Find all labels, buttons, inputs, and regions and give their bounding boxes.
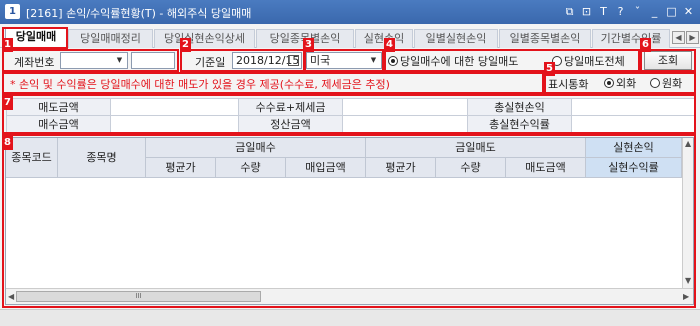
- annotation-badge-5: 5: [544, 62, 555, 76]
- link-icon[interactable]: ⧉: [562, 4, 577, 19]
- sell-amount-value: [110, 98, 239, 116]
- radio-on-icon: [388, 56, 398, 66]
- base-date-input[interactable]: 2018/12/15: [232, 52, 302, 69]
- annotation-badge-1: 1: [2, 38, 13, 52]
- scroll-down-icon[interactable]: ▼: [685, 276, 691, 285]
- fee-tax-value: [342, 98, 468, 116]
- tab-today-realized-detail[interactable]: 당일실현손익상세: [154, 29, 255, 48]
- radio-off-icon: [650, 78, 660, 88]
- annotation-badge-3: 3: [303, 38, 314, 52]
- col-sell-avg[interactable]: 평균가: [366, 158, 436, 178]
- pin-icon[interactable]: T: [596, 4, 611, 19]
- col-buy-avg[interactable]: 평균가: [146, 158, 216, 178]
- tab-next-icon[interactable]: ▶: [686, 31, 699, 44]
- horizontal-scrollbar[interactable]: ◀ III ▶: [6, 288, 693, 304]
- maximize-button[interactable]: □: [664, 4, 679, 19]
- col-stock-code[interactable]: 종목코드: [6, 138, 58, 178]
- total-realized-rate-label: 총실현수익률: [467, 115, 572, 133]
- font-size-icon[interactable]: ?: [613, 4, 628, 19]
- annotation-badge-7: 7: [2, 96, 13, 110]
- account-input[interactable]: ▼: [60, 52, 128, 69]
- col-stock-name[interactable]: 종목명: [58, 138, 146, 178]
- query-button[interactable]: 조회: [644, 51, 692, 70]
- total-realized-pnl-value: [571, 98, 695, 116]
- annotation-badge-8: 8: [2, 136, 13, 150]
- title-bar: 1 [2161] 손익/수익률현황(T) - 해외주식 당일매매 ⧉ ⊡ T ?…: [0, 0, 700, 24]
- help-icon[interactable]: ˇ: [630, 4, 645, 19]
- annotation-badge-6: 6: [640, 38, 651, 52]
- tab-bar: 당일매매 당일매매정리 당일실현손익상세 당일종목별손익 실현손익 일별실현손익…: [0, 27, 700, 49]
- tab-today-summary[interactable]: 당일매매정리: [68, 29, 153, 48]
- col-realized-pnl[interactable]: 실현손익: [586, 138, 682, 158]
- annotation-badge-2: 2: [180, 38, 191, 52]
- app-icon: 1: [5, 4, 20, 19]
- tab-daily-realized[interactable]: 일별실현손익: [414, 29, 498, 48]
- radio-currency-won[interactable]: 원화: [650, 75, 682, 91]
- group-today-sell: 금일매도: [366, 138, 586, 158]
- window-controls: ⧉ ⊡ T ? ˇ _ □ ✕: [562, 4, 696, 19]
- settle-amount-value: [342, 115, 468, 133]
- summary-table: 매도금액 수수료+제세금 총실현손익 매수금액 정산금액 총실현수익률: [6, 98, 695, 133]
- close-button[interactable]: ✕: [681, 4, 696, 19]
- col-sell-amount[interactable]: 매도금액: [506, 158, 586, 178]
- col-buy-qty[interactable]: 수량: [216, 158, 286, 178]
- sell-amount-label: 매도금액: [6, 98, 111, 116]
- snapshot-icon[interactable]: ⊡: [579, 4, 594, 19]
- scroll-thumb[interactable]: III: [16, 291, 261, 302]
- radio-currency-foreign[interactable]: 외화: [604, 75, 636, 91]
- notice-text: * 손익 및 수익률은 당일매수에 대한 매도가 있을 경우 제공(수수료, 제…: [10, 78, 390, 91]
- scroll-right-icon[interactable]: ▶: [683, 292, 689, 301]
- radio-on-icon: [604, 78, 614, 88]
- window-title: [2161] 손익/수익률현황(T) - 해외주식 당일매매: [26, 7, 252, 20]
- scroll-left-icon[interactable]: ◀: [8, 292, 14, 301]
- tab-daily-by-stock[interactable]: 일별종목별손익: [499, 29, 591, 48]
- annotation-badge-4: 4: [384, 38, 395, 52]
- vertical-scrollbar[interactable]: ▲ ▼: [682, 138, 693, 288]
- chevron-down-icon[interactable]: ▼: [367, 54, 380, 67]
- tab-period-rate[interactable]: 기간별수익률: [592, 29, 670, 48]
- total-realized-pnl-label: 총실현손익: [467, 98, 572, 116]
- market-select[interactable]: 미국 ▼: [306, 52, 382, 69]
- col-realized-rate[interactable]: 실현수익률: [586, 158, 682, 178]
- fee-tax-label: 수수료+제세금: [238, 98, 343, 116]
- account-label: 계좌번호: [14, 56, 55, 69]
- settle-amount-label: 정산금액: [238, 115, 343, 133]
- calendar-icon[interactable]: [288, 55, 299, 66]
- col-buy-amount[interactable]: 매입금액: [286, 158, 366, 178]
- minimize-button[interactable]: _: [647, 4, 662, 19]
- trade-grid[interactable]: 종목코드 종목명 금일매수 평균가 수량 매입금액 금일매도 평균가 수량 매도…: [5, 137, 694, 305]
- group-today-buy: 금일매수: [146, 138, 366, 158]
- radio-all-sell[interactable]: 당일매도전체: [552, 53, 625, 69]
- tab-prev-icon[interactable]: ◀: [672, 31, 685, 44]
- radio-today-buy-sell[interactable]: 당일매수에 대한 당일매도: [388, 53, 518, 69]
- chevron-down-icon[interactable]: ▼: [113, 54, 126, 67]
- tab-today-trade[interactable]: 당일매매: [5, 27, 67, 49]
- base-date-label: 기준일: [195, 56, 226, 69]
- scroll-up-icon[interactable]: ▲: [685, 139, 691, 148]
- account-sub-input[interactable]: [131, 52, 175, 69]
- col-sell-qty[interactable]: 수량: [436, 158, 506, 178]
- total-realized-rate-value: [571, 115, 695, 133]
- buy-amount-label: 매수금액: [6, 115, 111, 133]
- app-window: 1 [2161] 손익/수익률현황(T) - 해외주식 당일매매 ⧉ ⊡ T ?…: [0, 0, 700, 326]
- status-bar: [0, 309, 700, 326]
- currency-label: 표시통화: [548, 78, 589, 91]
- buy-amount-value: [110, 115, 239, 133]
